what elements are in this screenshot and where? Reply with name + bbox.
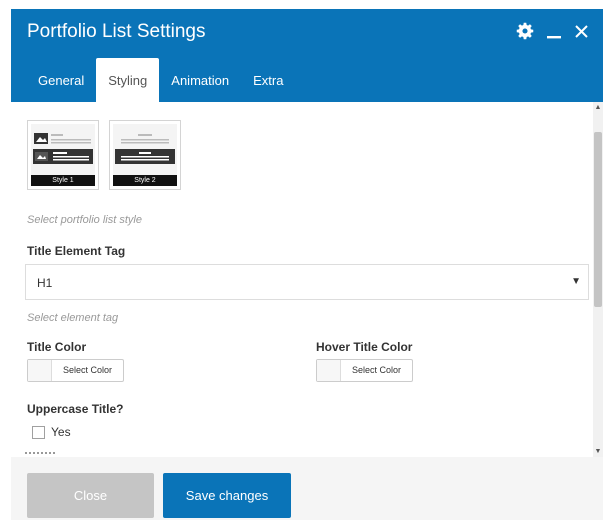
uppercase-option[interactable]: Yes — [32, 425, 71, 439]
dialog-title: Portfolio List Settings — [27, 21, 206, 42]
close-button[interactable]: Close — [27, 473, 154, 518]
style-hint: Select portfolio list style — [27, 214, 142, 226]
title-color-label: Title Color — [27, 340, 87, 354]
title-color-button[interactable]: Select Color — [27, 359, 124, 382]
style-1-layout-icon — [33, 133, 93, 164]
style-1-caption: Style 1 — [31, 175, 95, 186]
title-tag-hint: Select element tag — [27, 312, 119, 324]
style-option-1[interactable]: Style 1 — [27, 120, 99, 190]
title-color-swatch — [28, 360, 52, 381]
uppercase-option-label: Yes — [51, 425, 71, 439]
header-controls — [516, 22, 589, 40]
settings-panel: Style 1 Style 2 Select portfolio list st… — [11, 102, 593, 457]
chevron-down-icon: ▼ — [571, 276, 581, 287]
title-tag-value: H1 — [37, 276, 53, 290]
save-button[interactable]: Save changes — [163, 473, 291, 518]
scrollbar[interactable]: ▲ ▼ — [593, 102, 603, 457]
title-color-button-label: Select Color — [62, 365, 113, 375]
dialog-footer: Close Save changes — [11, 457, 603, 520]
gear-icon[interactable] — [516, 22, 534, 40]
tab-styling[interactable]: Styling — [96, 58, 160, 102]
scroll-up-icon[interactable]: ▲ — [593, 104, 603, 111]
scrollbar-thumb[interactable] — [594, 132, 602, 307]
hover-title-color-label: Hover Title Color — [316, 340, 413, 354]
clipped-content — [25, 452, 55, 455]
uppercase-label: Uppercase Title? — [27, 402, 124, 416]
dialog-header: Portfolio List Settings General Styling … — [11, 9, 603, 102]
style-picker: Style 1 Style 2 — [27, 120, 181, 190]
title-tag-label: Title Element Tag — [27, 244, 126, 258]
tab-animation[interactable]: Animation — [159, 58, 241, 102]
close-icon[interactable] — [574, 24, 589, 39]
tab-general[interactable]: General — [26, 58, 96, 102]
scroll-down-icon[interactable]: ▼ — [593, 448, 603, 455]
style-2-caption: Style 2 — [113, 175, 177, 186]
style-1-preview: Style 1 — [31, 124, 95, 186]
style-2-layout-icon — [115, 134, 175, 164]
tab-bar: General Styling Animation Extra — [26, 58, 295, 102]
tab-extra[interactable]: Extra — [241, 58, 295, 102]
hover-title-color-swatch — [317, 360, 341, 381]
uppercase-checkbox[interactable] — [32, 425, 45, 439]
title-tag-select[interactable]: H1 ▼ — [25, 264, 589, 300]
hover-title-color-button[interactable]: Select Color — [316, 359, 413, 382]
minimize-icon[interactable] — [546, 22, 562, 40]
hover-title-color-button-label: Select Color — [351, 365, 402, 375]
style-2-preview: Style 2 — [113, 124, 177, 186]
style-option-2[interactable]: Style 2 — [109, 120, 181, 190]
